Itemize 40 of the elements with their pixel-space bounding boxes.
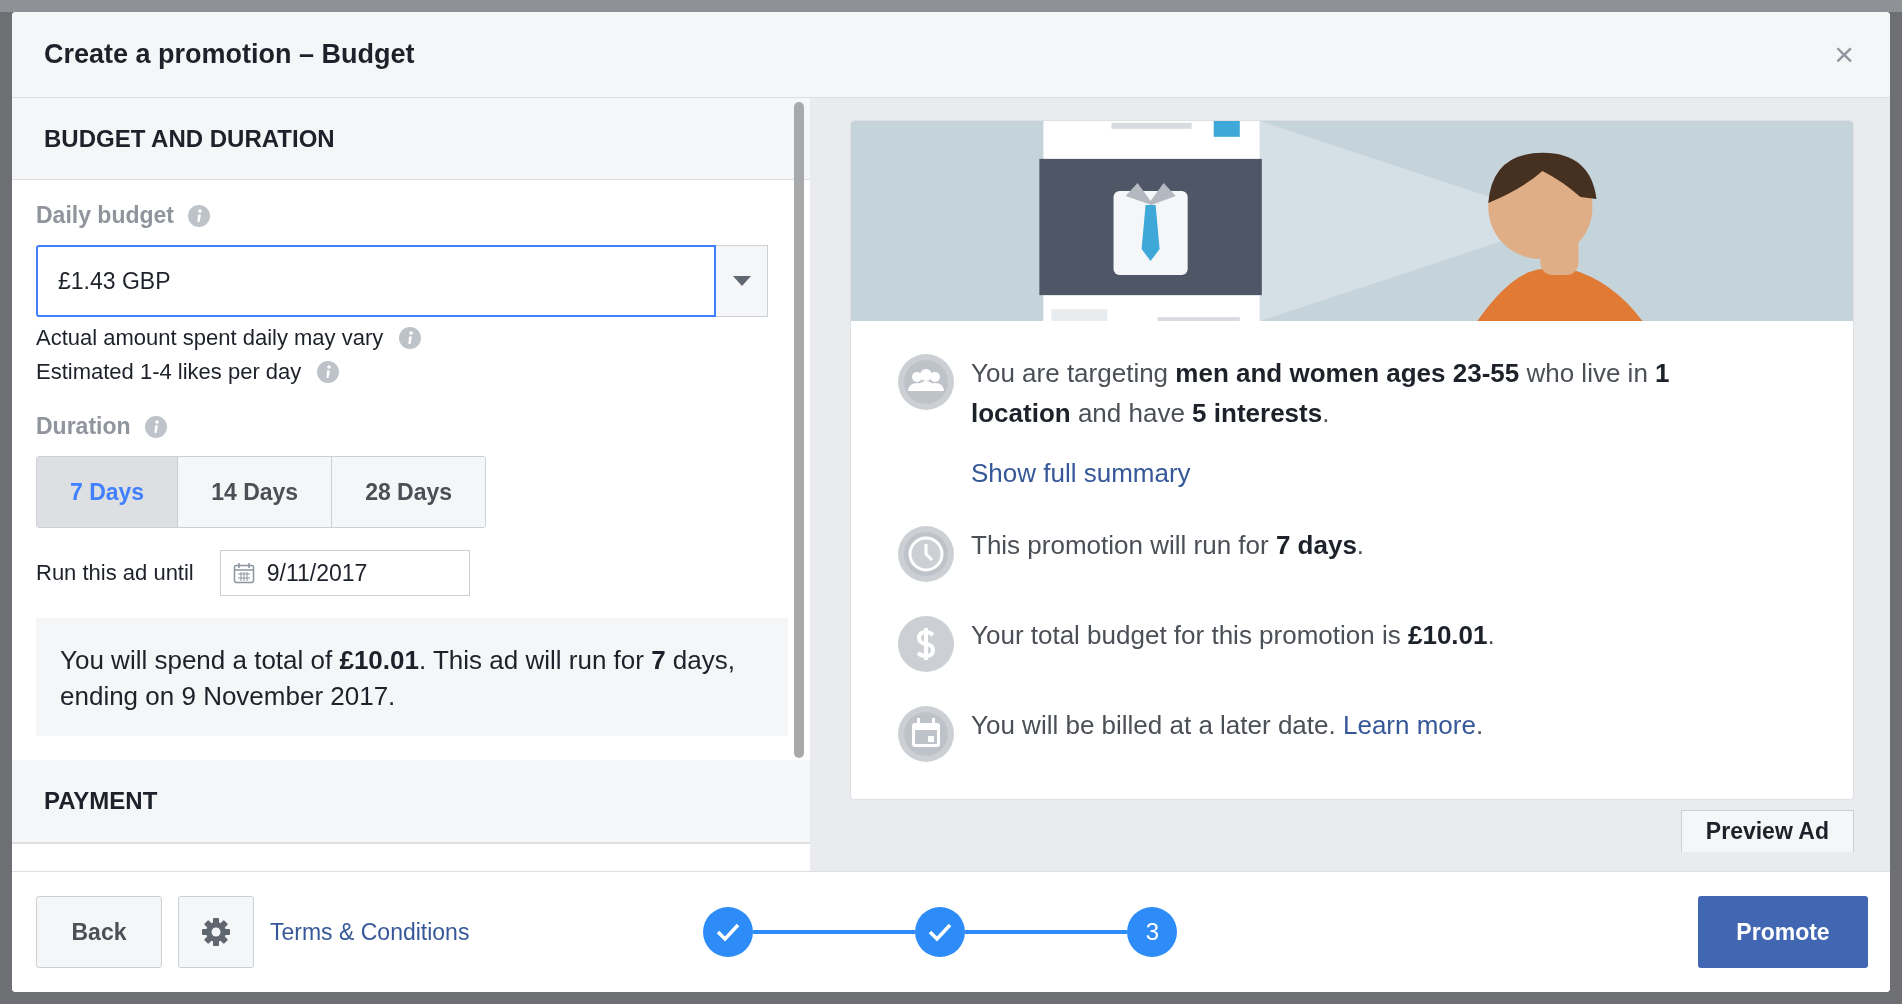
budget-input[interactable]: £1.43 GBP (36, 245, 716, 317)
field-label: Daily budget (36, 202, 174, 229)
info-icon[interactable] (144, 415, 167, 438)
preview-ad-button[interactable]: Preview Ad (1680, 810, 1854, 852)
field-label: Run this ad until (36, 560, 194, 586)
note-text: Estimated 1-4 likes per day (36, 359, 302, 385)
section-title: BUDGET AND DURATION (44, 124, 335, 153)
summary-text: You are targeting men and women ages 23-55 who live in 1 location and have 5 interests. (971, 357, 1671, 430)
learn-more-link[interactable]: Learn more (1342, 710, 1476, 740)
clock-icon (897, 525, 955, 583)
settings-icon (201, 917, 231, 947)
dollar-icon (897, 615, 955, 673)
note-text: Actual amount spent daily may vary (36, 325, 384, 351)
back-button[interactable]: Back (36, 896, 162, 968)
summary-text: Your total budget for this promotion is £10.01. (971, 619, 1495, 652)
field-label: Duration (36, 413, 131, 440)
date-field[interactable]: 9/11/2017 (219, 550, 470, 596)
summary-text: You will spend a total of £10.01. This ad will run for 7 days, ending on 9 November 2017. (60, 645, 735, 711)
dropdown-button[interactable] (716, 245, 768, 317)
checkmark-icon (715, 922, 742, 942)
summary-link[interactable]: Show full summary (971, 453, 1191, 493)
section-title: PAYMENT (44, 787, 158, 815)
settings-button[interactable] (178, 896, 254, 968)
step-current: 3 (1127, 907, 1178, 957)
summary-text: This promotion will run for 7 days. (971, 529, 1365, 562)
people-icon (897, 353, 955, 411)
scrollbar[interactable] (794, 102, 804, 758)
info-icon[interactable] (188, 204, 210, 227)
calendar-icon (897, 705, 955, 763)
checkmark-icon (927, 922, 954, 942)
promote-button[interactable]: Promote (1698, 896, 1868, 968)
calendar-icon (232, 562, 255, 584)
info-icon[interactable] (317, 361, 340, 383)
summary-text: You will be billed at a later date. Learn more. (971, 709, 1484, 742)
duration-tab[interactable]: 14 Days (177, 457, 332, 527)
caret-icon (732, 276, 751, 286)
info-icon[interactable] (399, 327, 422, 349)
duration-tab[interactable]: 28 Days (331, 457, 486, 527)
dialog-title: Create a promotion – Budget (44, 39, 415, 70)
terms-link[interactable]: Terms & Conditions (270, 918, 470, 946)
